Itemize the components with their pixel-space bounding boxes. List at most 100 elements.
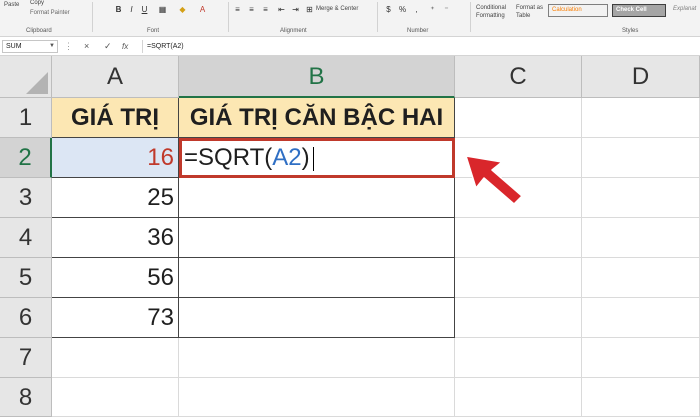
cell-c5[interactable]	[455, 258, 582, 298]
chevron-down-icon[interactable]: ▼	[49, 41, 55, 52]
clipboard-group: Paste Copy Format Painter Clipboard	[0, 0, 85, 36]
cell-b7[interactable]	[179, 338, 455, 378]
cell-d7[interactable]	[582, 338, 700, 378]
format-painter-button[interactable]: Format Painter	[30, 10, 70, 16]
borders-icon[interactable]: ▦	[157, 4, 168, 15]
cell-c1[interactable]	[455, 98, 582, 138]
row-header-5[interactable]: 5	[0, 258, 52, 298]
increase-indent-icon[interactable]: ⇥	[290, 4, 301, 15]
cell-c8[interactable]	[455, 378, 582, 417]
cell-a2[interactable]: 16	[52, 138, 179, 178]
ribbon-divider	[377, 2, 378, 32]
fill-color-icon[interactable]: ◆	[177, 4, 188, 15]
bold-button[interactable]: B	[113, 4, 124, 15]
align-center-icon[interactable]: ≡	[246, 4, 257, 15]
column-header-b[interactable]: B	[179, 56, 455, 98]
row-header-1[interactable]: 1	[0, 98, 52, 138]
cell-c6[interactable]	[455, 298, 582, 338]
formula-suffix: )	[301, 144, 310, 171]
select-all-triangle	[26, 72, 48, 94]
ribbon-divider	[228, 2, 229, 32]
formula-input[interactable]: =SQRT(A2)	[142, 40, 698, 53]
cell-b1[interactable]: GIÁ TRỊ CĂN BẬC HAI	[179, 98, 455, 138]
currency-button[interactable]: $	[383, 4, 394, 15]
copy-button[interactable]: Copy	[30, 0, 44, 6]
increase-decimal-icon[interactable]: ⁺	[427, 4, 438, 15]
cell-a3[interactable]: 25	[52, 178, 179, 218]
comma-button[interactable]: ,	[411, 4, 422, 15]
alignment-group-title: Alignment	[280, 28, 307, 34]
cell-a6[interactable]: 73	[52, 298, 179, 338]
ribbon-divider	[470, 2, 471, 32]
cell-a7[interactable]	[52, 338, 179, 378]
clipboard-group-title: Clipboard	[26, 28, 52, 34]
insert-function-icon[interactable]: fx	[122, 40, 128, 53]
formula-reference: A2	[272, 144, 302, 171]
cell-d2[interactable]	[582, 138, 700, 178]
row-header-2[interactable]: 2	[0, 138, 52, 178]
percent-button[interactable]: %	[397, 4, 408, 15]
calculation-style[interactable]: Calculation	[548, 4, 608, 17]
column-header-d[interactable]: D	[582, 56, 700, 98]
name-box[interactable]: SUM ▼	[2, 40, 58, 53]
format-as-table-button[interactable]: Format as Table	[516, 4, 548, 20]
font-color-button[interactable]: A	[197, 4, 208, 15]
alignment-group: ≡ ≡ ≡ ⇤ ⇥ ⊞ Merge & Center Alignment	[232, 0, 372, 36]
formula-bar: SUM ▼ ⋮ × ✓ fx =SQRT(A2)	[0, 37, 700, 56]
merge-center-button[interactable]: Merge & Center	[316, 6, 358, 12]
paste-button[interactable]: Paste	[4, 2, 19, 8]
text-caret	[312, 146, 314, 171]
decrease-decimal-icon[interactable]: ⁻	[441, 4, 452, 15]
cell-b2-editor[interactable]: =SQRT(A2)	[179, 138, 455, 178]
worksheet-grid: A B C D 1 2 3 4 5 6 7 8 GIÁ TRỊ GIÁ TRỊ …	[0, 56, 700, 417]
row-header-3[interactable]: 3	[0, 178, 52, 218]
cell-a5[interactable]: 56	[52, 258, 179, 298]
decrease-indent-icon[interactable]: ⇤	[276, 4, 287, 15]
number-group-title: Number	[407, 28, 429, 34]
name-box-value: SUM	[6, 43, 22, 50]
row-header-7[interactable]: 7	[0, 338, 52, 378]
font-group: B I U ▦ ◆ A Font	[95, 0, 225, 36]
column-header-a[interactable]: A	[52, 56, 179, 98]
column-header-c[interactable]: C	[455, 56, 582, 98]
align-right-icon[interactable]: ≡	[260, 4, 271, 15]
cell-d8[interactable]	[582, 378, 700, 417]
cancel-icon[interactable]: ×	[84, 40, 89, 53]
cell-d3[interactable]	[582, 178, 700, 218]
formula-prefix: =SQRT(	[184, 144, 273, 171]
cell-d6[interactable]	[582, 298, 700, 338]
merge-center-icon[interactable]: ⊞	[304, 4, 315, 15]
select-all-button[interactable]	[0, 56, 52, 98]
cell-b8[interactable]	[179, 378, 455, 417]
row-header-8[interactable]: 8	[0, 378, 52, 417]
conditional-formatting-button[interactable]: Conditional Formatting	[476, 4, 512, 20]
cell-d4[interactable]	[582, 218, 700, 258]
cell-a2-value: 16	[147, 144, 174, 171]
cell-b5[interactable]	[179, 258, 455, 298]
cell-b4[interactable]	[179, 218, 455, 258]
cell-b6[interactable]	[179, 298, 455, 338]
cell-a4[interactable]: 36	[52, 218, 179, 258]
cell-a8[interactable]	[52, 378, 179, 417]
ribbon-divider	[92, 2, 93, 32]
align-left-icon[interactable]: ≡	[232, 4, 243, 15]
font-group-title: Font	[147, 28, 160, 34]
row-header-6[interactable]: 6	[0, 298, 52, 338]
more-icon: ⋮	[64, 41, 73, 51]
cell-d1[interactable]	[582, 98, 700, 138]
enter-icon[interactable]: ✓	[104, 40, 112, 53]
red-arrow-icon	[465, 155, 523, 205]
row-header-4[interactable]: 4	[0, 218, 52, 258]
cell-c4[interactable]	[455, 218, 582, 258]
number-group: $ % , ⁺ ⁻ Number	[381, 0, 466, 36]
italic-button[interactable]: I	[126, 4, 137, 15]
underline-button[interactable]: U	[139, 4, 150, 15]
check-cell-style[interactable]: Check Cell	[612, 4, 666, 17]
cell-a1[interactable]: GIÁ TRỊ	[52, 98, 179, 138]
cell-b3[interactable]	[179, 178, 455, 218]
ribbon: Paste Copy Format Painter Clipboard B I …	[0, 0, 700, 37]
cell-d5[interactable]	[582, 258, 700, 298]
explanatory-style[interactable]: Explanat	[670, 4, 700, 17]
styles-group: Conditional Formatting Format as Table C…	[474, 0, 700, 36]
cell-c7[interactable]	[455, 338, 582, 378]
